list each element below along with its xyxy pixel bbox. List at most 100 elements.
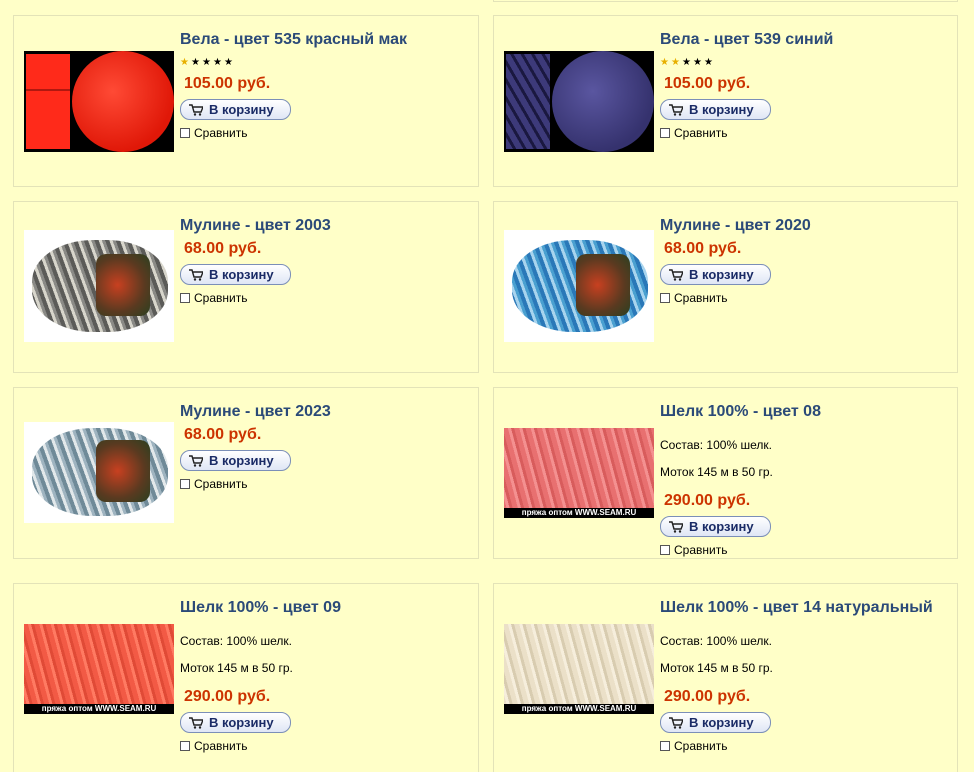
star-icon: ★ bbox=[660, 57, 669, 68]
add-to-cart-button[interactable]: В корзину bbox=[660, 712, 771, 733]
compare-label: Сравнить bbox=[194, 739, 248, 753]
product-composition: Состав: 100% шелк. bbox=[660, 634, 772, 648]
product-skein-info: Моток 145 м в 50 гр. bbox=[660, 465, 773, 479]
product-image[interactable] bbox=[24, 422, 174, 523]
add-to-cart-button[interactable]: В корзину bbox=[180, 264, 291, 285]
star-icon: ★ bbox=[202, 57, 211, 68]
cart-icon bbox=[669, 520, 683, 533]
compare-option[interactable]: Сравнить bbox=[180, 126, 247, 140]
product-price: 290.00 руб. bbox=[184, 688, 271, 705]
compare-checkbox[interactable] bbox=[180, 128, 190, 138]
product-composition: Состав: 100% шелк. bbox=[180, 634, 292, 648]
image-watermark: пряжа оптом WWW.SEAM.RU bbox=[504, 508, 654, 518]
compare-checkbox[interactable] bbox=[660, 128, 670, 138]
product-composition: Состав: 100% шелк. bbox=[660, 438, 772, 452]
add-to-cart-button[interactable]: В корзину bbox=[180, 99, 291, 120]
product-skein-info: Моток 145 м в 50 гр. bbox=[660, 661, 773, 675]
product-price: 68.00 руб. bbox=[184, 240, 262, 257]
star-icon: ★ bbox=[671, 57, 680, 68]
product-image[interactable]: пряжа оптом WWW.SEAM.RU bbox=[504, 428, 654, 518]
add-to-cart-button[interactable]: В корзину bbox=[180, 712, 291, 733]
product-card: пряжа оптом WWW.SEAM.RU Шелк 100% - цвет… bbox=[493, 583, 958, 772]
compare-option[interactable]: Сравнить bbox=[660, 126, 727, 140]
product-card: Вела - цвет 539 синий ★ ★ ★ ★ ★ 105.00 р… bbox=[493, 15, 958, 187]
product-price: 290.00 руб. bbox=[664, 492, 751, 509]
product-image[interactable] bbox=[24, 51, 174, 152]
add-to-cart-button[interactable]: В корзину bbox=[660, 516, 771, 537]
compare-label: Сравнить bbox=[674, 543, 728, 557]
compare-option[interactable]: Сравнить bbox=[180, 477, 247, 491]
star-icon: ★ bbox=[224, 57, 233, 68]
compare-checkbox[interactable] bbox=[660, 545, 670, 555]
star-icon: ★ bbox=[682, 57, 691, 68]
product-image[interactable]: пряжа оптом WWW.SEAM.RU bbox=[504, 624, 654, 714]
cart-icon bbox=[189, 103, 203, 116]
compare-option[interactable]: Сравнить bbox=[180, 739, 247, 753]
product-image[interactable] bbox=[504, 51, 654, 152]
product-price: 105.00 руб. bbox=[184, 75, 271, 92]
product-title[interactable]: Мулине - цвет 2003 bbox=[180, 217, 331, 235]
add-to-cart-label: В корзину bbox=[689, 267, 754, 282]
product-title[interactable]: Шелк 100% - цвет 08 bbox=[660, 403, 821, 421]
compare-checkbox[interactable] bbox=[180, 741, 190, 751]
cart-icon bbox=[669, 268, 683, 281]
compare-label: Сравнить bbox=[674, 291, 728, 305]
product-image[interactable] bbox=[504, 230, 654, 342]
product-image[interactable]: пряжа оптом WWW.SEAM.RU bbox=[24, 624, 174, 714]
add-to-cart-label: В корзину bbox=[689, 102, 754, 117]
compare-checkbox[interactable] bbox=[660, 293, 670, 303]
add-to-cart-label: В корзину bbox=[689, 519, 754, 534]
cart-icon bbox=[669, 716, 683, 729]
compare-label: Сравнить bbox=[194, 477, 248, 491]
product-image[interactable] bbox=[24, 230, 174, 342]
product-title[interactable]: Мулине - цвет 2023 bbox=[180, 403, 331, 421]
product-price: 105.00 руб. bbox=[664, 75, 751, 92]
add-to-cart-label: В корзину bbox=[209, 715, 274, 730]
star-icon: ★ bbox=[180, 57, 189, 68]
compare-label: Сравнить bbox=[194, 126, 248, 140]
compare-option[interactable]: Сравнить bbox=[660, 543, 727, 557]
product-card: пряжа оптом WWW.SEAM.RU Шелк 100% - цвет… bbox=[13, 583, 479, 772]
product-title[interactable]: Мулине - цвет 2020 bbox=[660, 217, 811, 235]
add-to-cart-label: В корзину bbox=[209, 267, 274, 282]
previous-card-edge bbox=[493, 0, 958, 2]
image-watermark: пряжа оптом WWW.SEAM.RU bbox=[24, 704, 174, 714]
compare-checkbox[interactable] bbox=[180, 479, 190, 489]
rating-stars: ★ ★ ★ ★ ★ bbox=[180, 58, 234, 68]
cart-icon bbox=[189, 454, 203, 467]
product-title[interactable]: Шелк 100% - цвет 14 натуральный bbox=[660, 599, 933, 617]
cart-icon bbox=[669, 103, 683, 116]
product-skein-info: Моток 145 м в 50 гр. bbox=[180, 661, 293, 675]
product-title[interactable]: Шелк 100% - цвет 09 bbox=[180, 599, 341, 617]
product-card: Мулине - цвет 2023 68.00 руб. В корзину … bbox=[13, 387, 479, 559]
product-price: 68.00 руб. bbox=[664, 240, 742, 257]
product-card: Мулине - цвет 2003 68.00 руб. В корзину … bbox=[13, 201, 479, 373]
compare-checkbox[interactable] bbox=[660, 741, 670, 751]
image-watermark: пряжа оптом WWW.SEAM.RU bbox=[504, 704, 654, 714]
add-to-cart-label: В корзину bbox=[209, 453, 274, 468]
compare-label: Сравнить bbox=[194, 291, 248, 305]
product-title[interactable]: Вела - цвет 539 синий bbox=[660, 31, 833, 49]
compare-option[interactable]: Сравнить bbox=[660, 291, 727, 305]
star-icon: ★ bbox=[704, 57, 713, 68]
compare-option[interactable]: Сравнить bbox=[180, 291, 247, 305]
star-icon: ★ bbox=[191, 57, 200, 68]
add-to-cart-label: В корзину bbox=[689, 715, 754, 730]
add-to-cart-button[interactable]: В корзину bbox=[180, 450, 291, 471]
add-to-cart-button[interactable]: В корзину bbox=[660, 99, 771, 120]
add-to-cart-button[interactable]: В корзину bbox=[660, 264, 771, 285]
cart-icon bbox=[189, 716, 203, 729]
compare-checkbox[interactable] bbox=[180, 293, 190, 303]
product-title[interactable]: Вела - цвет 535 красный мак bbox=[180, 31, 407, 49]
product-card: Мулине - цвет 2020 68.00 руб. В корзину … bbox=[493, 201, 958, 373]
product-price: 290.00 руб. bbox=[664, 688, 751, 705]
compare-option[interactable]: Сравнить bbox=[660, 739, 727, 753]
star-icon: ★ bbox=[213, 57, 222, 68]
product-card: Вела - цвет 535 красный мак ★ ★ ★ ★ ★ 10… bbox=[13, 15, 479, 187]
add-to-cart-label: В корзину bbox=[209, 102, 274, 117]
cart-icon bbox=[189, 268, 203, 281]
product-card: пряжа оптом WWW.SEAM.RU Шелк 100% - цвет… bbox=[493, 387, 958, 559]
star-icon: ★ bbox=[693, 57, 702, 68]
compare-label: Сравнить bbox=[674, 739, 728, 753]
product-price: 68.00 руб. bbox=[184, 426, 262, 443]
